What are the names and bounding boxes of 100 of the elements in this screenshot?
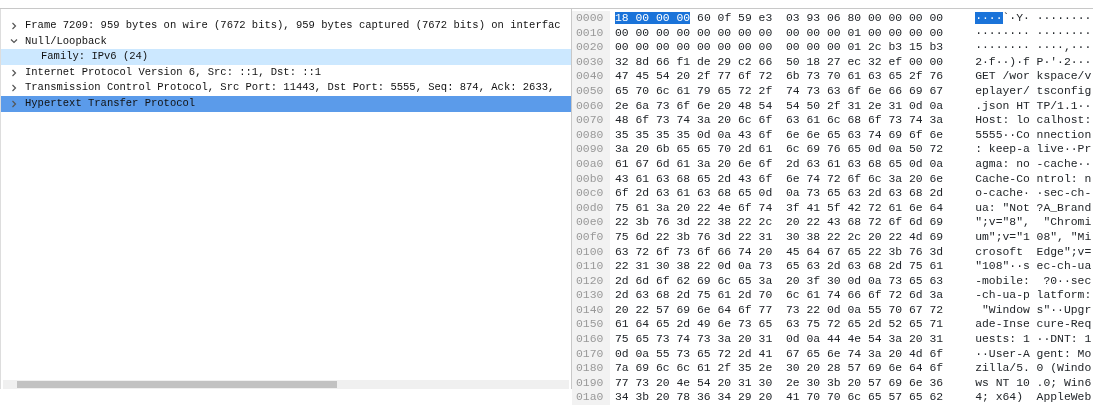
ascii-text[interactable]: gent: Mo — [1036, 347, 1092, 360]
hex-bytes[interactable]: 03 93 06 80 00 00 00 00 — [785, 12, 944, 24]
hex-bytes[interactable]: 20 3f 30 0d 0a 73 65 63 — [785, 274, 944, 287]
hex-bytes[interactable]: 61 67 6d 61 3a 20 6e 6f — [615, 157, 773, 170]
ascii-text[interactable]: `·Y· — [1002, 12, 1030, 24]
hex-bytes[interactable]: 2e 6a 73 6f 6e 20 48 54 — [615, 99, 773, 112]
ascii-text[interactable]: ········ — [1036, 12, 1092, 24]
hex-bytes[interactable]: 6e 6e 65 63 74 69 6f 6e — [785, 128, 944, 141]
ascii-text[interactable]: latform: — [1036, 289, 1092, 302]
expand-chevron-icon[interactable] — [9, 83, 19, 94]
horizontal-scrollbar[interactable] — [3, 380, 569, 389]
hex-bytes[interactable]: 6e 74 72 6f 6c 3a 20 6e — [785, 172, 944, 185]
hex-bytes[interactable]: 67 65 6e 74 3a 20 4d 6f — [785, 347, 944, 360]
ascii-text[interactable]: ········ — [975, 26, 1030, 39]
ascii-text[interactable]: ade-Inse — [975, 318, 1030, 331]
ascii-text[interactable]: ········ — [1036, 26, 1092, 39]
tree-row[interactable]: Family: IPv6 (24) — [1, 49, 571, 65]
ascii-text[interactable]: ua: "Not — [975, 201, 1030, 214]
hex-bytes[interactable]: 6c 69 76 65 0d 0a 50 72 — [785, 143, 944, 156]
ascii-text[interactable]: ····,··· — [1036, 41, 1092, 54]
hex-bytes[interactable]: 00 00 00 01 00 00 00 00 — [785, 26, 944, 39]
hex-bytes[interactable]: 18 00 00 00 — [615, 12, 691, 24]
ascii-text[interactable]: tsconfig — [1036, 84, 1092, 97]
hex-bytes[interactable]: 3f 41 5f 42 72 61 6e 64 — [785, 201, 944, 214]
ascii-text[interactable]: ··DNT: 1 — [1036, 333, 1092, 346]
ascii-text[interactable]: -ch-ua-p — [975, 289, 1030, 302]
ascii-text[interactable]: "Window — [975, 303, 1030, 316]
ascii-text[interactable]: um";v="1 — [975, 230, 1030, 243]
hex-bytes[interactable]: 75 61 3a 20 22 4e 6f 74 — [615, 201, 773, 214]
ascii-text[interactable]: zilla/5. — [975, 362, 1030, 375]
hex-bytes[interactable]: 6c 61 74 66 6f 72 6d 3a — [785, 289, 944, 302]
ascii-text[interactable]: calhost: — [1036, 114, 1092, 127]
ascii-text[interactable]: ········ — [975, 41, 1030, 54]
ascii-text[interactable]: : keep-a — [975, 143, 1030, 156]
ascii-text[interactable]: GET /wor — [975, 70, 1030, 83]
ascii-text[interactable]: ws NT 10 — [975, 376, 1030, 389]
ascii-text[interactable]: 08", "Mi — [1036, 230, 1092, 243]
hex-bytes[interactable]: 30 20 28 57 69 6e 64 6f — [785, 362, 944, 375]
ascii-text[interactable]: agma: no — [975, 157, 1030, 170]
ascii-text[interactable]: AppleWeb — [1036, 391, 1092, 404]
ascii-text[interactable]: cure-Req — [1036, 318, 1092, 331]
hex-bytes[interactable]: 60 0f 59 e3 — [697, 12, 773, 24]
hex-bytes[interactable]: 48 6f 73 74 3a 20 6c 6f — [615, 114, 773, 127]
hex-bytes[interactable]: 75 6d 22 3b 76 3d 22 31 — [615, 230, 773, 243]
hex-bytes[interactable]: 35 35 35 35 0d 0a 43 6f — [615, 128, 773, 141]
ascii-text[interactable]: Cache-Co — [975, 172, 1030, 185]
expand-chevron-icon[interactable] — [9, 20, 19, 31]
ascii-text[interactable]: ?A_Brand — [1036, 201, 1092, 214]
ascii-text[interactable]: 4; x64) — [975, 391, 1030, 404]
ascii-text[interactable]: crosoft — [975, 245, 1030, 258]
hex-bytes[interactable]: 45 64 67 65 22 3b 76 3d — [785, 245, 944, 258]
hex-bytes[interactable]: 22 31 30 38 22 0d 0a 73 — [615, 260, 773, 273]
hex-bytes[interactable]: 2d 6d 6f 62 69 6c 65 3a — [615, 274, 773, 287]
hex-bytes[interactable]: 43 61 63 68 65 2d 43 6f — [615, 172, 773, 185]
hex-bytes[interactable]: 6f 2d 63 61 63 68 65 0d — [615, 187, 773, 200]
hex-bytes[interactable]: 6b 73 70 61 63 65 2f 76 — [785, 70, 944, 83]
ascii-text[interactable]: P·'·2··· — [1036, 55, 1092, 68]
ascii-text[interactable]: ec-ch-ua — [1036, 260, 1092, 273]
hex-bytes[interactable]: 2d 63 61 63 68 65 0d 0a — [785, 157, 944, 170]
tree-row[interactable]: Internet Protocol Version 6, Src: ::1, Dst: ::1 — [1, 64, 571, 81]
hex-bytes[interactable]: 63 75 72 65 2d 52 65 71 — [785, 318, 944, 331]
ascii-text[interactable]: 0 (Windo — [1036, 362, 1092, 375]
ascii-text[interactable]: TP/1.1·· — [1036, 99, 1092, 112]
ascii-text[interactable]: Host: lo — [975, 114, 1030, 127]
ascii-text[interactable]: ";v="8", — [975, 216, 1030, 229]
ascii-text[interactable]: nnection — [1036, 128, 1092, 141]
tree-row[interactable]: Hypertext Transfer Protocol — [1, 95, 571, 112]
hex-bytes[interactable]: 41 70 70 6c 65 57 65 62 — [785, 391, 944, 404]
hex-bytes[interactable]: 77 73 20 4e 54 20 31 30 — [615, 376, 773, 389]
ascii-text[interactable]: eplayer/ — [975, 84, 1030, 97]
ascii-text[interactable]: kspace/v — [1036, 70, 1092, 83]
hex-bytes[interactable]: 00 00 00 00 00 00 00 00 — [615, 26, 773, 39]
ascii-text[interactable]: "Chromi — [1036, 216, 1092, 229]
hex-bytes[interactable]: 32 8d 66 f1 de 29 c2 66 — [615, 55, 773, 68]
hex-bytes[interactable]: 00 00 00 00 00 00 00 00 — [615, 41, 773, 54]
hex-bytes[interactable]: 34 3b 20 78 36 34 29 20 — [615, 391, 773, 404]
hex-bytes[interactable]: 2e 30 3b 20 57 69 6e 36 — [785, 376, 944, 389]
hex-bytes[interactable]: 2d 63 68 2d 75 61 2d 70 — [615, 289, 773, 302]
ascii-text[interactable]: ·sec-ch- — [1036, 187, 1092, 200]
hex-bytes[interactable]: 63 61 6c 68 6f 73 74 3a — [785, 114, 944, 127]
hex-bytes[interactable]: 47 45 54 20 2f 77 6f 72 — [615, 70, 773, 83]
hex-bytes[interactable]: 0a 73 65 63 2d 63 68 2d — [785, 187, 944, 200]
ascii-text[interactable]: uests: 1 — [975, 333, 1030, 346]
hex-bytes[interactable]: 30 38 22 2c 20 22 4d 69 — [785, 230, 944, 243]
hex-bytes[interactable]: 74 73 63 6f 6e 66 69 67 — [785, 84, 944, 97]
ascii-text[interactable]: 5555··Co — [975, 128, 1030, 141]
ascii-text[interactable]: o-cache· — [975, 187, 1030, 200]
ascii-text[interactable]: ···· — [975, 12, 1003, 24]
hex-bytes[interactable]: 54 50 2f 31 2e 31 0d 0a — [785, 99, 944, 112]
hex-bytes[interactable]: 20 22 57 69 6e 64 6f 77 — [615, 303, 773, 316]
ascii-text[interactable]: -mobile: — [975, 274, 1030, 287]
hex-bytes[interactable]: 73 22 0d 0a 55 70 67 72 — [785, 303, 944, 316]
hex-bytes[interactable]: 0d 0a 55 73 65 72 2d 41 — [615, 347, 773, 360]
hex-bytes[interactable]: 7a 69 6c 6c 61 2f 35 2e — [615, 362, 773, 375]
ascii-text[interactable]: Edge";v= — [1036, 245, 1092, 258]
ascii-text[interactable]: 2·f··)·f — [975, 55, 1030, 68]
ascii-text[interactable]: s"··Upgr — [1036, 303, 1092, 316]
hex-bytes[interactable]: 22 3b 76 3d 22 38 22 2c — [615, 216, 773, 229]
hex-bytes[interactable]: 20 22 43 68 72 6f 6d 69 — [785, 216, 944, 229]
hex-bytes[interactable]: 65 63 2d 63 68 2d 75 61 — [785, 260, 944, 273]
